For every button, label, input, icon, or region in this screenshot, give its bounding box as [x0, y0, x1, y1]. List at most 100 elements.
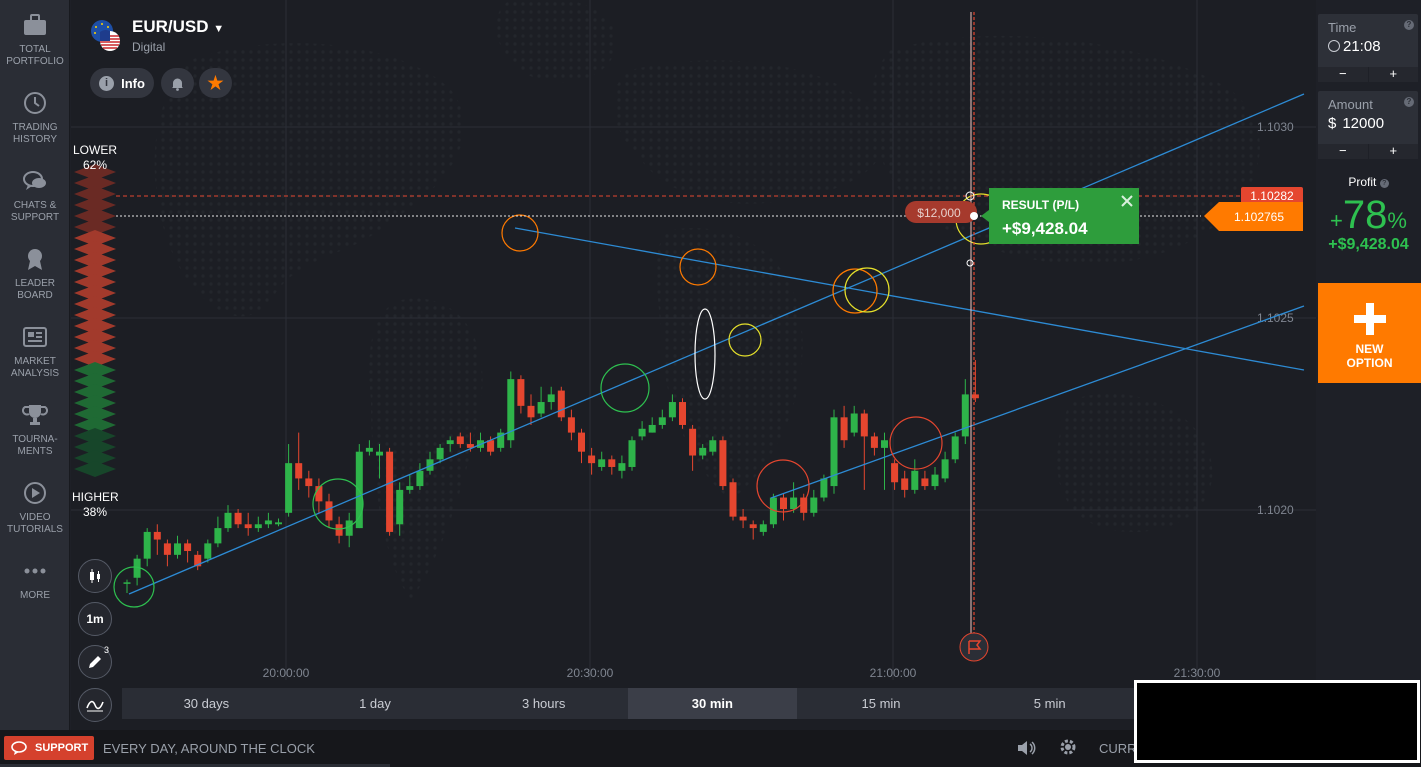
annotation-circle — [600, 363, 650, 413]
annotation-circle — [312, 478, 364, 530]
chart-area[interactable]: 1.1030 1.1025 1.1020 20:00:00 20:30:00 2… — [71, 0, 1316, 730]
sidebar-item-label: Market Analysis — [10, 356, 60, 379]
sidebar-item-market-analysis[interactable]: Market Analysis — [0, 324, 70, 380]
eur-usd-flag-icon — [91, 20, 120, 51]
candle-body — [567, 417, 575, 433]
higher-sentiment: HIGHER 38% — [72, 490, 119, 520]
candle-body — [547, 394, 555, 403]
amount-input[interactable]: $12000 — [1328, 115, 1384, 132]
timeframe-30-days[interactable]: 30 days — [122, 688, 291, 719]
price-axis: 1.1030 1.1025 1.1020 — [1257, 120, 1294, 517]
newspaper-icon — [23, 327, 47, 347]
currency-selector[interactable]: CURR — [1099, 741, 1137, 756]
candle-body — [870, 436, 878, 448]
price-chart[interactable]: 1.1030 1.1025 1.1020 20:00:00 20:30:00 2… — [71, 0, 1316, 730]
candle-body — [163, 543, 171, 555]
timeframe-30-min[interactable]: 30 min — [628, 688, 797, 719]
alert-button[interactable] — [161, 68, 194, 98]
sidebar-item-chats-support[interactable]: Chats & Support — [0, 168, 70, 224]
price-label: 1.1025 — [1257, 311, 1294, 325]
candle-body — [881, 440, 888, 448]
candle-body — [679, 402, 686, 425]
indicators-button[interactable] — [78, 688, 112, 722]
candle-body — [628, 440, 636, 467]
star-icon: ★ — [207, 72, 224, 93]
new-option-button[interactable]: NEW OPTION — [1318, 283, 1421, 383]
help-icon[interactable]: ? — [1404, 97, 1414, 107]
interval-button[interactable]: 1m — [78, 602, 112, 636]
support-button[interactable]: SUPPORT — [4, 736, 94, 760]
asset-name[interactable]: EUR/USD ▼ — [132, 17, 224, 37]
expiry-flag-icon[interactable] — [959, 632, 989, 662]
higher-percent: 38% — [82, 505, 108, 519]
candle-body — [557, 390, 565, 418]
timeframe-1-day[interactable]: 1 day — [291, 688, 460, 719]
timeframe-15-min[interactable]: 15 min — [797, 688, 966, 719]
sidebar-item-video-tutorials[interactable]: Video Tutorials — [0, 480, 70, 536]
drawing-tools-button[interactable]: 3 — [78, 645, 112, 679]
settings-gear-icon[interactable] — [1059, 738, 1077, 756]
candle-body — [416, 470, 424, 487]
candle-body — [456, 436, 464, 445]
favorite-button[interactable]: ★ — [199, 68, 232, 98]
amount-box[interactable]: Amount ? $12000 − + — [1318, 91, 1418, 159]
candle-body — [951, 436, 959, 460]
candle-body — [345, 520, 353, 536]
candle-body — [143, 531, 151, 559]
candle-body — [749, 524, 757, 529]
time-value[interactable]: 21:08 — [1328, 38, 1381, 55]
time-axis: 20:00:00 20:30:00 21:00:00 21:30:00 — [263, 666, 1221, 680]
candle-body — [396, 489, 404, 525]
medal-icon — [28, 249, 42, 270]
candle-body — [325, 501, 333, 521]
sidebar-item-trading-history[interactable]: Trading History — [0, 90, 70, 146]
help-icon[interactable]: ? — [1379, 179, 1389, 188]
help-icon[interactable]: ? — [1404, 20, 1414, 30]
candle-body — [780, 497, 787, 509]
candle-body — [295, 463, 303, 479]
sidebar-item-leader-board[interactable]: Leader Board — [0, 246, 70, 302]
sidebar-item-tournaments[interactable]: Tourna-ments — [0, 402, 70, 458]
candle-body — [376, 451, 383, 456]
sidebar-item-label: Trading History — [12, 122, 58, 145]
candle-body — [689, 428, 697, 456]
sidebar-item-more[interactable]: More — [0, 558, 70, 602]
time-stepper: − + — [1318, 67, 1418, 82]
time-box[interactable]: Time ? 21:08 − + — [1318, 14, 1418, 82]
annotation-circle — [889, 416, 943, 470]
sidebar-item-label: More — [20, 590, 50, 601]
candle-body — [709, 440, 717, 452]
candle-body — [386, 451, 394, 532]
lower-channel-trendline — [770, 305, 1305, 499]
candle-body — [254, 524, 262, 529]
chart-type-button[interactable] — [78, 559, 112, 593]
candle-body — [224, 512, 232, 529]
time-increase-button[interactable]: + — [1367, 67, 1418, 82]
more-icon — [24, 568, 46, 574]
candle-body — [971, 394, 979, 399]
timeframe-5-min[interactable]: 5 min — [965, 688, 1134, 719]
candle-body — [184, 543, 192, 552]
candle-body — [365, 447, 373, 452]
candle-body — [941, 459, 949, 479]
info-button[interactable]: i Info — [90, 68, 154, 98]
amount-increase-button[interactable]: + — [1367, 144, 1418, 159]
candle-body — [860, 413, 868, 437]
candle-body — [921, 478, 929, 487]
sidebar-item-total-portfolio[interactable]: Total Portfolio — [0, 12, 70, 68]
volume-icon[interactable] — [1016, 739, 1036, 757]
timeframe-3-hours[interactable]: 3 hours — [459, 688, 628, 719]
briefcase-icon — [24, 14, 46, 35]
candle-body — [517, 379, 525, 406]
candle-body — [608, 459, 616, 467]
svg-text:1.10282: 1.10282 — [1250, 189, 1294, 203]
candle-body — [446, 440, 454, 445]
lower-sentiment: LOWER 62% — [72, 143, 118, 173]
sidebar: Total Portfolio Trading History Chats & … — [0, 0, 70, 730]
redacted-overlay — [1134, 680, 1420, 763]
time-decrease-button[interactable]: − — [1318, 67, 1368, 82]
history-icon — [24, 92, 46, 114]
candle-body — [931, 474, 939, 487]
support-tagline: EVERY DAY, AROUND THE CLOCK — [103, 741, 315, 756]
amount-decrease-button[interactable]: − — [1318, 144, 1368, 159]
